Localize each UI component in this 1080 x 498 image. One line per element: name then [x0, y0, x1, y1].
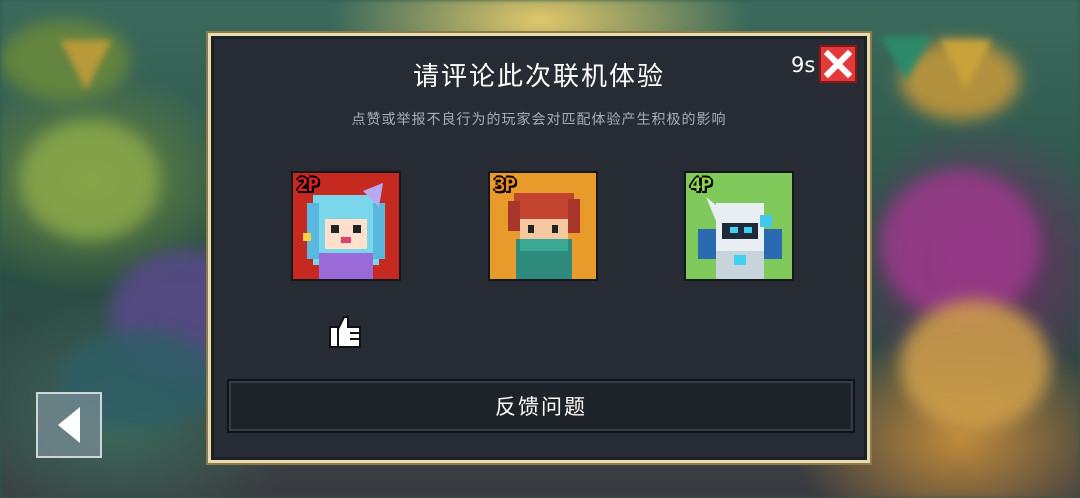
back-arrow-icon — [58, 407, 80, 443]
thumbs-up-icon — [329, 316, 361, 348]
dialog-title: 请评论此次联机体验 — [412, 62, 665, 92]
player-4-avatar[interactable]: 4P — [684, 171, 794, 281]
player-3-avatar[interactable]: 3P — [488, 171, 598, 281]
close-button[interactable] — [819, 45, 857, 83]
player-list: 2P 3P 4P — [211, 171, 867, 283]
player-4-tag: 4P — [690, 174, 712, 196]
countdown-timer: 9s — [791, 53, 816, 77]
feedback-button[interactable]: 反馈问题 — [227, 379, 855, 433]
back-button[interactable] — [36, 392, 102, 458]
like-button[interactable] — [328, 311, 364, 351]
player-3-tag: 3P — [494, 174, 516, 196]
player-2-avatar[interactable]: 2P — [291, 171, 401, 281]
player-2-tag: 2P — [297, 174, 319, 196]
rating-dialog: 请评论此次联机体验 9s 点赞或举报不良行为的玩家会对匹配体验产生积极的影响 2 — [208, 33, 870, 463]
close-icon — [824, 50, 852, 78]
dialog-subtitle: 点赞或举报不良行为的玩家会对匹配体验产生积极的影响 — [351, 112, 727, 128]
